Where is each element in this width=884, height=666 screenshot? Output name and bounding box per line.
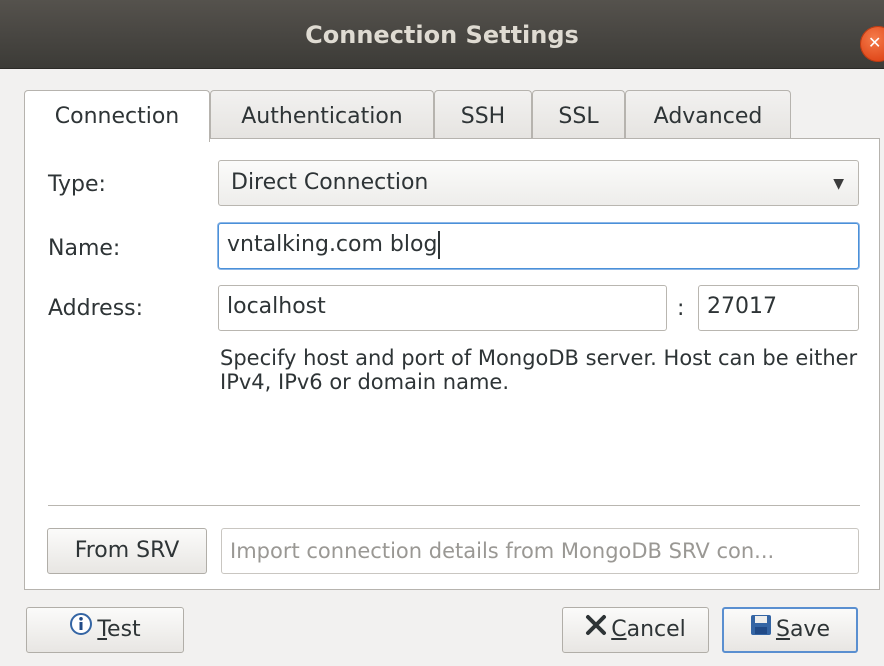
host-input[interactable]: localhost [218,285,667,331]
x-icon [585,608,607,652]
text-cursor [438,231,441,259]
srv-placeholder: Import connection details from MongoDB S… [230,539,775,563]
save-button[interactable]: Save [722,607,858,653]
type-value: Direct Connection [231,170,429,195]
chevron-down-icon: ▼ [833,176,844,192]
cancel-button[interactable]: Cancel [562,607,709,653]
type-label: Type: [48,172,106,197]
from-srv-button[interactable]: From SRV [47,528,207,574]
name-value: vntalking.com blog [227,232,438,257]
port-value: 27017 [707,294,777,319]
save-label-rest: ave [789,617,830,642]
srv-input[interactable]: Import connection details from MongoDB S… [221,528,859,574]
test-label-rest: est [107,617,141,642]
test-button[interactable]: Test [26,607,184,653]
divider [48,505,860,506]
address-help-text: Specify host and port of MongoDB server.… [220,346,858,394]
name-input[interactable]: vntalking.com blog [218,223,859,269]
port-separator: : [677,296,685,321]
host-value: localhost [227,294,326,319]
cancel-label-rest: ancel [626,617,686,642]
address-label: Address: [48,296,144,321]
save-mnemonic: S [775,617,790,642]
test-mnemonic: T [97,617,108,642]
cancel-mnemonic: C [611,617,627,642]
floppy-icon [750,609,772,651]
name-label: Name: [48,236,121,261]
info-icon [69,608,93,652]
from-srv-label: From SRV [74,538,180,563]
port-input[interactable]: 27017 [698,285,859,331]
type-select[interactable]: Direct Connection ▼ [218,160,859,206]
